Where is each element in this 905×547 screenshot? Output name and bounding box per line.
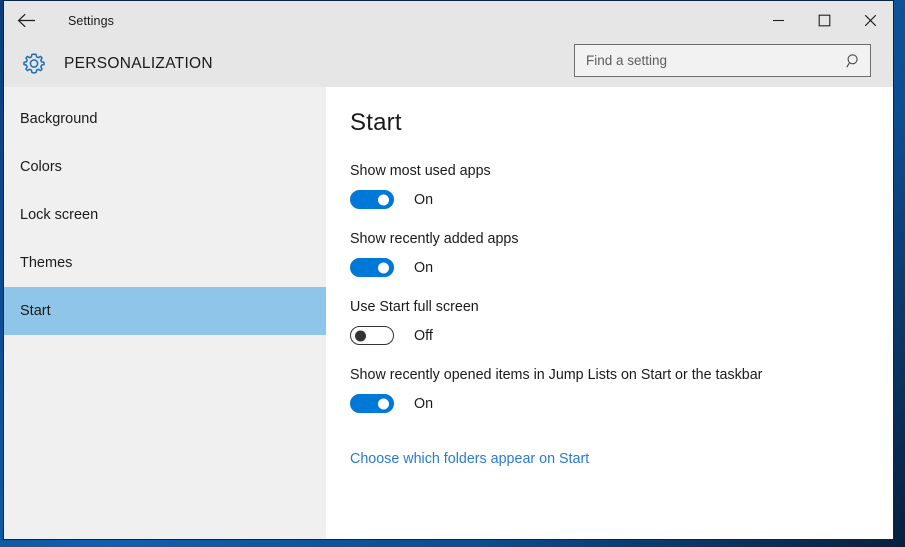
toggle-switch[interactable] bbox=[350, 394, 394, 413]
search-input[interactable] bbox=[575, 45, 838, 76]
choose-folders-link[interactable]: Choose which folders appear on Start bbox=[350, 451, 589, 467]
setting-show-recently-opened-items: Show recently opened items in Jump Lists… bbox=[350, 367, 893, 413]
settings-window: Settings PERSONALIZATION Find a setting … bbox=[3, 0, 894, 540]
close-icon[interactable] bbox=[847, 1, 893, 40]
window-body: Background Colors Lock screen Themes Sta… bbox=[4, 87, 893, 539]
toggle-row: Off bbox=[350, 326, 893, 345]
sidebar-item-start[interactable]: Start bbox=[4, 287, 326, 335]
setting-label: Show recently opened items in Jump Lists… bbox=[350, 367, 763, 383]
page-title: Start bbox=[350, 109, 402, 136]
toggle-switch[interactable] bbox=[350, 190, 394, 209]
sidebar-item-colors[interactable]: Colors bbox=[4, 143, 326, 191]
sidebar-item-label: Start bbox=[20, 303, 51, 319]
back-arrow-icon[interactable] bbox=[4, 1, 48, 40]
category-header: PERSONALIZATION bbox=[4, 40, 893, 87]
toggle-knob bbox=[378, 398, 389, 409]
sidebar-item-background[interactable]: Background bbox=[4, 95, 326, 143]
setting-use-start-full-screen: Use Start full screen Off bbox=[350, 299, 893, 345]
toggle-row: On bbox=[350, 394, 893, 413]
setting-label: Show most used apps bbox=[350, 163, 491, 179]
sidebar-item-themes[interactable]: Themes bbox=[4, 239, 326, 287]
toggle-state-label: On bbox=[414, 259, 434, 276]
setting-show-recently-added-apps: Show recently added apps On bbox=[350, 231, 893, 277]
maximize-icon[interactable] bbox=[801, 1, 847, 40]
minimize-icon[interactable] bbox=[755, 1, 801, 40]
toggle-knob bbox=[378, 262, 389, 273]
search-box[interactable] bbox=[574, 44, 871, 77]
toggle-state-label: On bbox=[414, 395, 434, 412]
sidebar-item-label: Background bbox=[20, 111, 98, 127]
toggle-row: On bbox=[350, 190, 893, 209]
setting-label: Show recently added apps bbox=[350, 231, 519, 247]
toggle-state-label: Off bbox=[414, 327, 433, 344]
sidebar-item-lock-screen[interactable]: Lock screen bbox=[4, 191, 326, 239]
window-title: Settings bbox=[68, 13, 114, 28]
sidebar-item-label: Colors bbox=[20, 159, 62, 175]
search-icon[interactable] bbox=[838, 53, 870, 69]
window-controls bbox=[755, 1, 893, 40]
sidebar: Background Colors Lock screen Themes Sta… bbox=[4, 87, 326, 539]
gear-icon bbox=[10, 51, 58, 77]
category-title: PERSONALIZATION bbox=[64, 54, 213, 72]
title-bar: Settings bbox=[4, 1, 893, 40]
toggle-row: On bbox=[350, 258, 893, 277]
toggle-state-label: On bbox=[414, 191, 434, 208]
sidebar-item-label: Lock screen bbox=[20, 207, 99, 223]
sidebar-item-label: Themes bbox=[20, 255, 73, 271]
setting-show-most-used-apps: Show most used apps On bbox=[350, 163, 893, 209]
content-pane: Start Show most used apps On Show recent… bbox=[326, 87, 893, 539]
toggle-knob bbox=[378, 194, 389, 205]
toggle-switch[interactable] bbox=[350, 258, 394, 277]
toggle-switch[interactable] bbox=[350, 326, 394, 345]
setting-label: Use Start full screen bbox=[350, 299, 479, 315]
toggle-knob bbox=[355, 330, 366, 341]
